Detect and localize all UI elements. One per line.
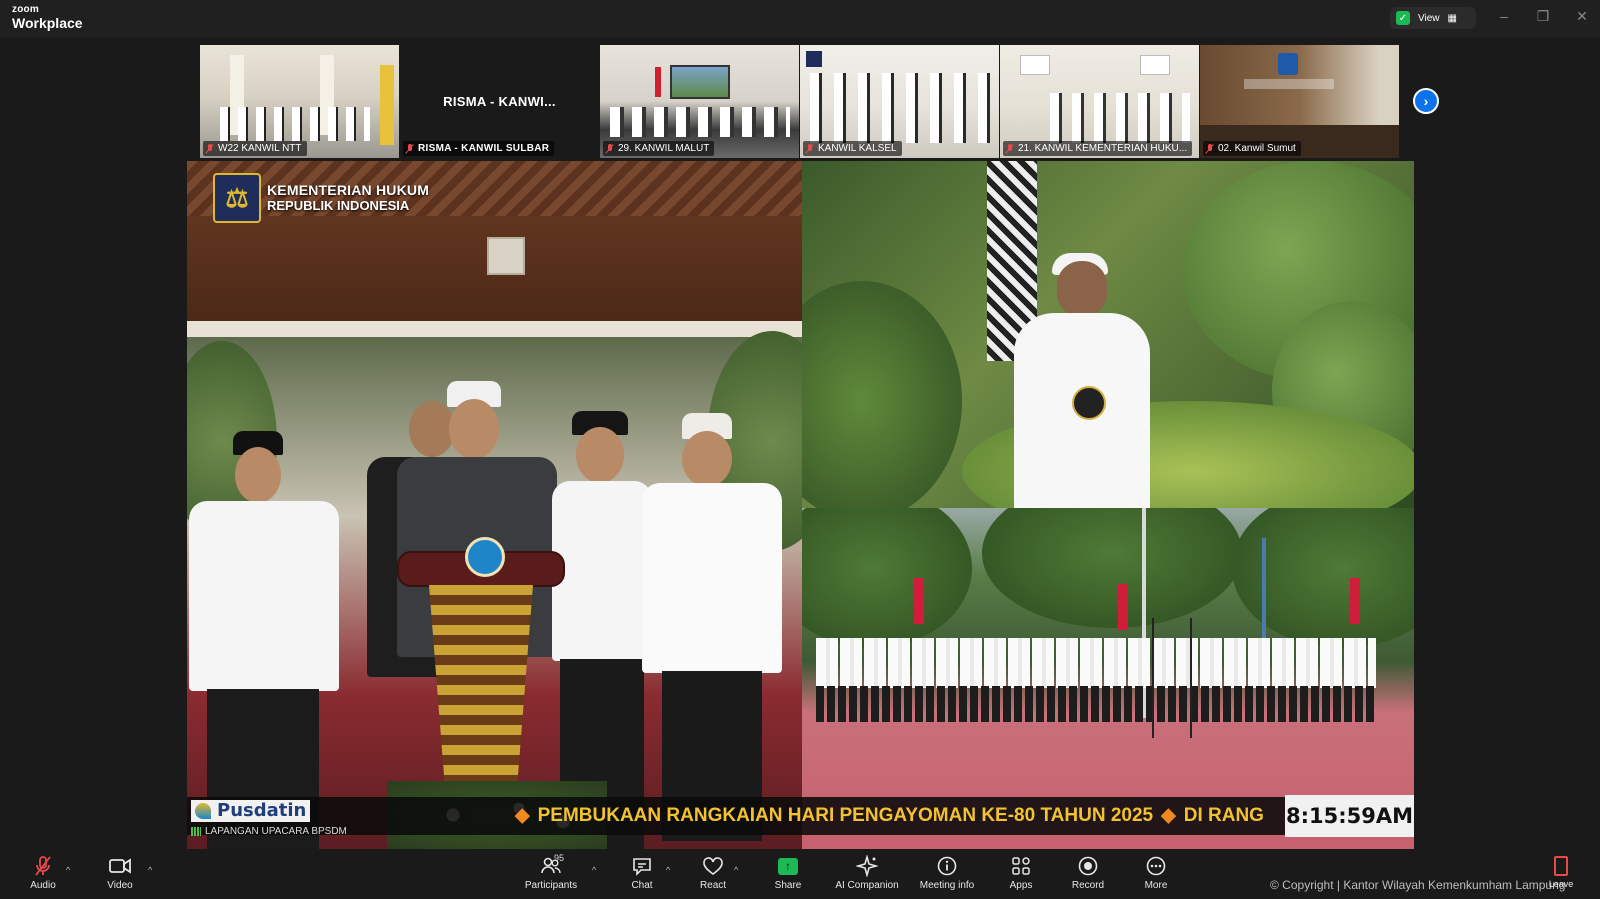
diamond-icon: ◆ [1161,805,1176,826]
video-camera-icon [108,855,132,877]
record-label: Record [1071,880,1105,891]
participants-options-caret[interactable]: ^ [592,865,596,875]
mic-muted-icon [1206,143,1214,154]
ceiling-beam [187,321,802,337]
video-label: Video [107,880,133,891]
participant-name-label: 29. KANWIL MALUT [603,141,715,156]
leave-door-icon [1554,856,1568,876]
share-button[interactable]: ↑ Share [752,855,824,891]
shield-icon[interactable]: ✓ [1396,11,1410,25]
apps-label: Apps [1009,880,1033,891]
grid-icon: ▦ [1447,12,1457,24]
speaker-video-pane [802,161,1414,508]
title-bar: zoom Workplace ✓ View ▦ – ❐ ✕ [0,0,1600,37]
view-label: View [1418,12,1440,24]
camera-tripod [1152,618,1192,738]
brand-line2: Workplace [12,15,83,31]
main-video: ⚖ KEMENTERIAN HUKUM REPUBLIK INDONESIA P… [187,161,1414,849]
mic-muted-icon [806,143,814,154]
brand-line1: zoom [12,4,39,15]
org-line1: KEMENTERIAN HUKUM [267,182,430,199]
audio-options-caret[interactable]: ^ [66,865,70,875]
chevron-right-icon: › [1423,93,1429,109]
stage-video-pane: ⚖ KEMENTERIAN HUKUM REPUBLIK INDONESIA [187,161,802,849]
record-button[interactable]: Record [1052,855,1124,891]
video-button[interactable]: Video [84,855,156,891]
restore-icon[interactable]: ❐ [1533,8,1553,25]
copyright-watermark: © Copyright | Kantor Wilayah Kemenkumham… [1270,878,1566,892]
mic-muted-icon [406,143,414,154]
more-label: More [1144,880,1168,891]
broadcaster-logo: Pusdatin [191,800,311,822]
ai-companion-button[interactable]: AI Companion [827,855,907,891]
close-icon[interactable]: ✕ [1572,8,1592,25]
participant-display-name: RISMA - KANWI... [443,94,556,109]
crowd [816,638,1376,738]
share-label: Share [774,880,802,891]
participant-tile[interactable]: KANWIL KALSEL [800,45,999,158]
info-icon [936,855,958,877]
participant-count: 95 [554,853,565,863]
record-icon [1077,855,1099,877]
participant-tile[interactable]: 02. Kanwil Sumut [1200,45,1399,158]
org-line2: REPUBLIK INDONESIA [267,197,410,213]
diamond-icon: ◆ [515,805,530,826]
participant-tile[interactable]: 21. KANWIL KEMENTERIAN HUKU... [1000,45,1199,158]
sparkle-icon [856,855,878,877]
heart-icon [702,855,724,877]
ministry-emblem-icon: ⚖ [213,173,261,223]
participant-strip: W22 KANWIL NTT RISMA - KANWI... RISMA - … [200,45,1400,158]
speaker-person [1002,251,1162,508]
next-page-button[interactable]: › [1413,88,1439,114]
view-button[interactable]: ✓ View ▦ [1390,7,1476,29]
participant-name-label: W22 KANWIL NTT [203,141,307,156]
ministry-logo-overlay: ⚖ KEMENTERIAN HUKUM REPUBLIK INDONESIA [213,173,429,223]
apps-grid-icon [1010,855,1032,877]
zoom-workplace-logo: zoom Workplace [12,4,83,31]
news-ticker: Pusdatin LAPANGAN UPACARA BPSDM ◆ PEMBUKA… [187,795,1414,837]
participants-label: Participants [524,880,578,891]
minimize-icon[interactable]: – [1494,8,1514,24]
mic-muted-icon [606,143,614,154]
participant-name-label: 02. Kanwil Sumut [1203,141,1301,156]
broadcast-clock: 8:15:59AM [1285,795,1414,837]
participant-name-label: KANWIL KALSEL [803,141,902,156]
ai-companion-label: AI Companion [835,880,899,891]
video-options-caret[interactable]: ^ [148,865,152,875]
wall-fixture [487,237,525,275]
leave-label: Leave [1548,879,1574,889]
audio-label: Audio [30,880,56,891]
participants-icon: 95 [540,853,565,877]
chat-label: Chat [631,880,653,891]
ticker-text: ◆ PEMBUKAAN RANGKAIAN HARI PENGAYOMAN KE-… [515,805,1264,826]
location-label: LAPANGAN UPACARA BPSDM [191,826,347,837]
meeting-info-label: Meeting info [919,880,975,891]
mic-muted-icon [33,855,53,877]
chat-options-caret[interactable]: ^ [666,865,670,875]
participant-name-label: 21. KANWIL KEMENTERIAN HUKU... [1003,141,1193,156]
mic-muted-icon [206,143,214,154]
leave-button[interactable]: Leave [1546,856,1576,889]
mic-muted-icon [1006,143,1014,154]
participant-name-label: RISMA - KANWIL SULBAR [403,141,555,156]
participants-button[interactable]: 95 Participants [515,853,587,891]
apps-button[interactable]: Apps [985,855,1057,891]
more-dots-icon [1145,855,1167,877]
meeting-info-button[interactable]: Meeting info [907,855,987,891]
badge-icon [1072,386,1106,420]
participant-tile[interactable]: W22 KANWIL NTT [200,45,399,158]
podium-emblem-icon [465,537,505,577]
react-options-caret[interactable]: ^ [734,865,738,875]
chat-bubble-icon [631,855,653,877]
share-screen-icon: ↑ [778,855,798,877]
react-label: React [699,880,727,891]
more-button[interactable]: More [1120,855,1192,891]
signal-icon [191,827,201,836]
participant-tile[interactable]: RISMA - KANWI... RISMA - KANWIL SULBAR [400,45,599,158]
participant-tile[interactable]: 29. KANWIL MALUT [600,45,799,158]
